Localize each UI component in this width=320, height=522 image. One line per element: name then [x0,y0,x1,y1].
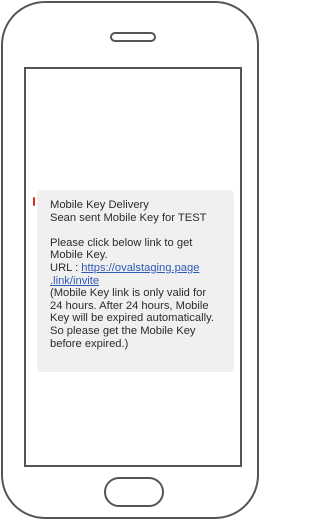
message-note-line-3: Key will be expired automatically. [50,312,214,325]
home-button[interactable] [104,477,164,507]
url-label: URL : [50,261,82,274]
earpiece-speaker [110,32,156,42]
message-note-line-2: 24 hours. After 24 hours, Mobile [50,299,209,312]
invite-link-part-1[interactable]: https://ovalstaging.page [81,262,199,274]
message-url-continuation: .link/invite [50,275,229,288]
message-note-line-4: So please get the Mobile Key [50,324,196,337]
message-sender-line: Sean sent Mobile Key for TEST [50,211,207,224]
message-instruction-line-1: Please click below link to get [50,236,193,249]
invite-link-part-2[interactable]: .link/invite [50,275,99,287]
message-note-line-5: before expired.) [50,337,129,350]
message-title: Mobile Key Delivery [50,199,149,211]
message-instruction-line-2: Mobile Key. [50,249,108,262]
message-bubble-tail [33,197,35,206]
sms-message-bubble: Mobile Key Delivery Sean sent Mobile Key… [37,190,234,372]
message-note-line-1: (Mobile Key link is only valid for [50,287,207,300]
message-url-line: URL : https://ovalstaging.page [50,262,229,275]
